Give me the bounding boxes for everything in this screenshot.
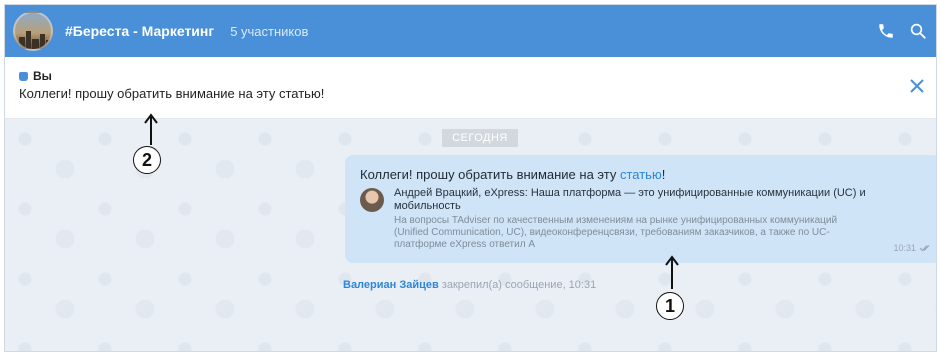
chat-header: #Береста - Маркетинг 5 участников [5, 5, 936, 57]
preview-avatar [360, 188, 384, 212]
pinned-author-name: Вы [33, 69, 52, 83]
article-link[interactable]: статью [620, 167, 662, 182]
search-icon[interactable] [908, 21, 928, 41]
system-message-user[interactable]: Валериан Зайцев [343, 279, 439, 291]
check-icon [919, 245, 930, 252]
close-icon[interactable] [908, 77, 926, 95]
system-message-text: закрепил(а) сообщение, 10:31 [441, 279, 597, 291]
preview-description: На вопросы TAdviser по качественным изме… [394, 215, 838, 250]
annotation-label-2: 2 [133, 146, 161, 174]
channel-title[interactable]: #Береста - Маркетинг [65, 23, 214, 39]
pinned-text[interactable]: Коллеги! прошу обратить внимание на эту … [19, 86, 324, 101]
members-count[interactable]: 5 участников [230, 24, 308, 39]
preview-title[interactable]: Андрей Врацкий, eXpress: Наша платформа … [394, 187, 914, 213]
pinned-message-bar[interactable]: Вы Коллеги! прошу обратить внимание на э… [5, 57, 936, 119]
message-bubble[interactable]: Коллеги! прошу обратить внимание на эту … [345, 155, 936, 263]
message-time: 10:31 [893, 243, 931, 253]
pinned-author: Вы [19, 69, 52, 83]
message-text: Коллеги! прошу обратить внимание на эту … [360, 167, 666, 182]
chat-window: #Береста - Маркетинг 5 участников Вы Кол… [4, 4, 937, 352]
annotation-arrow-1 [665, 255, 679, 289]
user-icon [19, 71, 28, 81]
annotation-label-1: 1 [656, 292, 684, 320]
date-divider: СЕГОДНЯ [442, 129, 518, 147]
header-actions [876, 21, 928, 41]
system-message: Валериан Зайцев закрепил(а) сообщение, 1… [343, 279, 596, 291]
phone-icon[interactable] [876, 21, 896, 41]
channel-avatar[interactable] [13, 11, 53, 51]
annotation-arrow-2 [144, 113, 158, 145]
